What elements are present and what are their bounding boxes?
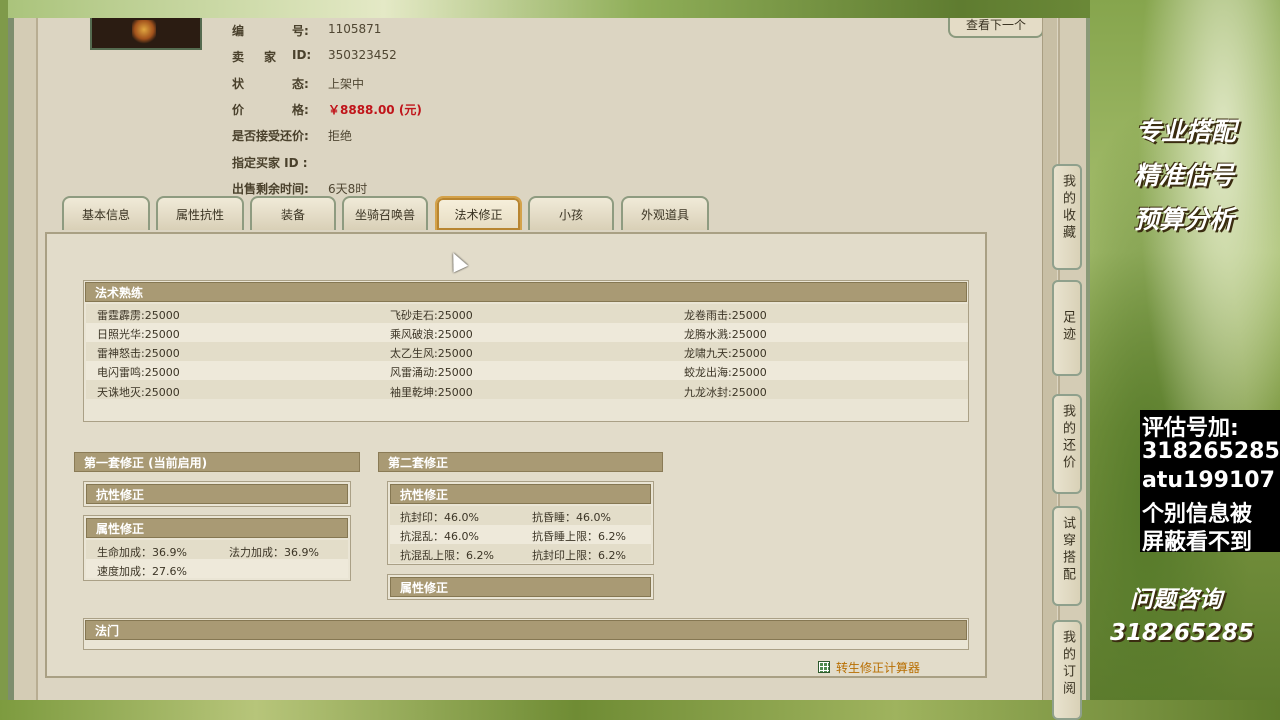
skills-title: 法术熟练: [85, 282, 967, 302]
set2-resist-seal-cap: 抗封印上限：6.2%: [532, 549, 626, 562]
skill-item: 龙卷雨击:25000: [684, 309, 767, 322]
skill-item: 太乙生风:25000: [390, 347, 473, 360]
tab-basic-info[interactable]: 基本信息: [62, 196, 150, 230]
skill-item: 日照光华:25000: [97, 328, 180, 341]
side-menu-favorites[interactable]: 我的收藏: [1052, 164, 1082, 270]
set2-resist-title: 抗性修正: [390, 484, 651, 504]
set1-attr-hp: 生命加成：36.9%: [97, 546, 187, 559]
tab-attributes[interactable]: 属性抗性: [156, 196, 244, 230]
promo-line: 专业搭配: [1136, 117, 1237, 146]
side-menu-my-bargains[interactable]: 我的还价: [1052, 394, 1082, 494]
side-menu-label: 足迹: [1060, 310, 1075, 344]
set1-title: 第一套修正 (当前启用): [74, 452, 360, 472]
character-avatar: [90, 18, 202, 50]
side-menu-subscriptions[interactable]: 我的订阅: [1052, 620, 1082, 720]
promo-line: 精准估号: [1134, 161, 1235, 190]
side-menu-label: 试穿搭配: [1060, 516, 1075, 584]
skill-item: 风雷涌动:25000: [390, 366, 473, 379]
ask-title: 问题咨询: [1130, 587, 1222, 613]
set2-attr-title: 属性修正: [390, 577, 651, 597]
background-bottom: [0, 700, 1280, 720]
skill-item: 飞砂走石:25000: [390, 309, 473, 322]
side-menu-label: 我的还价: [1060, 404, 1075, 472]
set1-resist-title: 抗性修正: [86, 484, 348, 504]
skill-item: 龙啸九天:25000: [684, 347, 767, 360]
next-item-label: 查看下一个: [965, 18, 1026, 32]
set2-resist-sleep-cap: 抗昏睡上限：6.2%: [532, 530, 626, 543]
set1-resist-box: 抗性修正: [83, 481, 351, 507]
side-menu-label: 我的收藏: [1060, 174, 1075, 242]
price-value: ￥8888.00 (元): [328, 103, 422, 117]
side-menu-try-on[interactable]: 试穿搭配: [1052, 506, 1082, 606]
fameng-box: 法门: [83, 618, 969, 650]
side-menu-footprints[interactable]: 足迹: [1052, 280, 1082, 376]
tab-appearance[interactable]: 外观道具: [621, 196, 709, 230]
skill-item: 电闪雷鸣:25000: [97, 366, 180, 379]
skills-box: 法术熟练: [83, 280, 969, 422]
contact-overlay: 评估号加: 318265285 atu199107 个别信息被 屏蔽看不到: [1140, 410, 1280, 555]
set2-resist-chaos-cap: 抗混乱上限：6.2%: [400, 549, 494, 562]
set2-resist-seal: 抗封印：46.0%: [400, 511, 479, 524]
set2-resist-sleep: 抗昏睡：46.0%: [532, 511, 611, 524]
fameng-title: 法门: [85, 620, 967, 640]
skill-item: 九龙冰封:25000: [684, 386, 767, 399]
side-menu-label: 我的订阅: [1060, 630, 1075, 698]
background-left: [0, 0, 8, 720]
contact-line: atu199107: [1142, 468, 1275, 493]
next-item-button[interactable]: 查看下一个 ✕: [948, 16, 1050, 38]
rebirth-calculator-link[interactable]: 转生修正计算器: [818, 659, 920, 676]
tab-spell-correction[interactable]: 法术修正: [435, 196, 522, 230]
set1-attr-title: 属性修正: [86, 518, 348, 538]
contact-line: 屏蔽看不到: [1142, 530, 1253, 555]
tab-equipment[interactable]: 装备: [250, 196, 336, 230]
skill-item: 袖里乾坤:25000: [390, 386, 473, 399]
skill-item: 龙腾水溅:25000: [684, 328, 767, 341]
skill-item: 蛟龙出海:25000: [684, 366, 767, 379]
set2-attr-box: 属性修正: [387, 574, 654, 600]
set1-attr-mp: 法力加成：36.9%: [229, 546, 319, 559]
tab-mounts-pets[interactable]: 坐骑召唤兽: [342, 196, 428, 230]
set1-attr-speed: 速度加成：27.6%: [97, 565, 187, 578]
contact-line: 评估号加:: [1142, 416, 1239, 441]
skill-item: 雷神怒击:25000: [97, 347, 180, 360]
calculator-icon: [818, 661, 830, 673]
skill-item: 雷霆霹雳:25000: [97, 309, 180, 322]
set2-title: 第二套修正: [378, 452, 663, 472]
ask-number: 318265285: [1110, 620, 1255, 646]
calc-label: 转生修正计算器: [836, 661, 921, 675]
contact-line: 318265285: [1142, 439, 1280, 464]
skill-item: 天诛地灭:25000: [97, 386, 180, 399]
tab-children[interactable]: 小孩: [528, 196, 614, 230]
promo-line: 预算分析: [1134, 205, 1235, 234]
set2-resist-chaos: 抗混乱：46.0%: [400, 530, 479, 543]
background-top: [0, 0, 1280, 18]
skill-item: 乘风破浪:25000: [390, 328, 473, 341]
